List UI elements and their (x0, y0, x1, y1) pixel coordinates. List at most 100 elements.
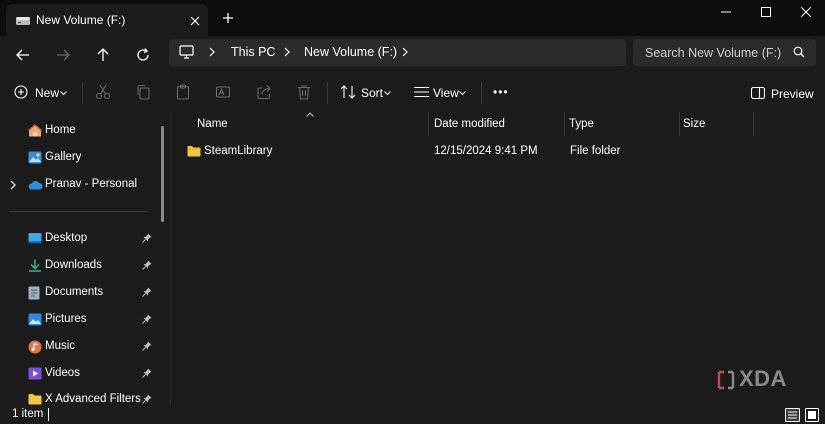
chevron-right-icon[interactable] (209, 47, 215, 57)
address-bar[interactable]: This PC New Volume (F:) (169, 39, 626, 66)
search-box[interactable]: Search New Volume (F:) (633, 39, 816, 66)
sort-button[interactable]: Sort (338, 83, 398, 103)
new-button[interactable]: New (12, 83, 74, 103)
sidebar-item-pictures[interactable]: Pictures (0, 308, 160, 332)
chevron-right-icon[interactable] (402, 47, 408, 57)
sidebar-item-downloads[interactable]: Downloads (0, 254, 160, 278)
cut-icon[interactable] (95, 84, 111, 100)
sidebar-item-videos[interactable]: Videos (0, 362, 160, 386)
pin-icon[interactable] (142, 287, 152, 297)
status-bar: 1 item (0, 405, 825, 424)
desktop-folder-icon (28, 232, 42, 245)
chevron-down-icon (459, 91, 466, 96)
documents-folder-icon (28, 286, 40, 300)
copy-icon[interactable] (135, 84, 151, 100)
navigation-pane[interactable]: Home Gallery Pranav - Personal Desktop D… (0, 112, 171, 405)
column-header-size[interactable]: Size (680, 112, 753, 136)
sort-label: Sort (361, 86, 384, 100)
tab-title: New Volume (F:) (36, 13, 126, 27)
sidebar-divider (9, 211, 148, 212)
sidebar-item-label: Home (45, 124, 76, 136)
file-date-modified: 12/15/2024 9:41 PM (434, 145, 538, 157)
sort-icon (340, 85, 356, 99)
sidebar-item-label: Gallery (45, 151, 82, 163)
home-icon (28, 124, 42, 137)
pin-icon[interactable] (142, 314, 152, 324)
preview-pane-icon (751, 87, 765, 99)
maximize-icon[interactable] (746, 0, 786, 24)
tab-close-icon[interactable] (184, 12, 206, 30)
table-row[interactable]: SteamLibrary 12/15/2024 9:41 PM File fol… (181, 140, 771, 162)
downloads-folder-icon (28, 259, 42, 272)
title-bar: New Volume (F:) (0, 0, 825, 36)
folder-icon (28, 393, 42, 405)
sidebar-item-gallery[interactable]: Gallery (0, 146, 160, 170)
up-arrow-icon[interactable] (90, 43, 116, 67)
xda-logo-icon (717, 370, 735, 390)
share-icon[interactable] (256, 84, 272, 100)
gallery-icon (28, 151, 42, 164)
pin-icon[interactable] (142, 260, 152, 270)
column-header-name[interactable]: Name (171, 112, 428, 136)
music-folder-icon (28, 340, 42, 354)
pin-icon[interactable] (142, 233, 152, 243)
xda-watermark: XDA (717, 366, 787, 392)
file-list[interactable]: Name Date modified Type Size SteamLibrar… (171, 112, 825, 405)
column-divider[interactable] (753, 112, 754, 136)
chevron-right-icon[interactable] (10, 180, 16, 190)
column-header-label: Name (197, 118, 228, 130)
pin-icon[interactable] (142, 341, 152, 351)
breadcrumb-this-pc[interactable]: This PC (231, 45, 275, 59)
pin-icon[interactable] (142, 394, 152, 404)
sidebar-scrollbar[interactable] (161, 126, 164, 222)
tab-new-volume[interactable]: New Volume (F:) (6, 4, 208, 36)
command-bar: New Sort View ••• Preview (0, 74, 825, 113)
toolbar-divider (327, 82, 328, 104)
search-input[interactable]: Search New Volume (F:) (645, 46, 781, 60)
tiles-view-icon[interactable] (805, 408, 819, 422)
sidebar-item-label: Videos (45, 367, 80, 379)
preview-button[interactable]: Preview (750, 83, 814, 103)
toolbar-divider (82, 82, 83, 104)
refresh-icon[interactable] (130, 43, 156, 67)
chevron-right-icon[interactable] (284, 47, 290, 57)
back-arrow-icon[interactable] (10, 43, 36, 67)
column-header-label: Size (683, 118, 706, 130)
paste-icon[interactable] (175, 84, 191, 100)
sidebar-item-documents[interactable]: Documents (0, 281, 160, 305)
details-view-icon[interactable] (785, 408, 800, 422)
sidebar-item-label: Downloads (45, 259, 102, 271)
status-divider (48, 408, 49, 421)
sidebar-item-label: Music (45, 340, 76, 352)
address-row: This PC New Volume (F:) Search New Volum… (0, 36, 825, 74)
delete-icon[interactable] (296, 84, 312, 100)
pin-icon[interactable] (142, 368, 152, 378)
new-label: New (35, 86, 60, 100)
more-options-button[interactable]: ••• (493, 85, 509, 99)
chevron-down-icon (384, 91, 391, 96)
view-button[interactable]: View (412, 83, 474, 103)
column-header-type[interactable]: Type (565, 112, 679, 136)
column-header-date-modified[interactable]: Date modified (429, 112, 564, 136)
close-window-icon[interactable] (786, 0, 825, 24)
sidebar-item-label: X Advanced Filters I U (45, 393, 142, 405)
onedrive-icon (28, 180, 43, 190)
sidebar-item-label: Documents (45, 286, 104, 298)
breadcrumb-new-volume[interactable]: New Volume (F:) (304, 45, 397, 59)
search-icon[interactable] (793, 46, 805, 58)
sidebar-item-desktop[interactable]: Desktop (0, 227, 160, 251)
this-pc-icon (179, 45, 194, 59)
minimize-icon[interactable] (706, 0, 746, 24)
sidebar-item-music[interactable]: Music (0, 335, 160, 359)
pictures-folder-icon (28, 313, 42, 326)
watermark-text: XDA (739, 366, 787, 391)
view-icon (414, 86, 429, 98)
forward-arrow-icon[interactable] (50, 43, 76, 67)
sidebar-item-onedrive[interactable]: Pranav - Personal (0, 173, 160, 197)
file-name[interactable]: SteamLibrary (204, 145, 272, 157)
sidebar-item-home[interactable]: Home (0, 119, 160, 143)
new-tab-button[interactable] (217, 8, 239, 28)
rename-icon[interactable] (215, 84, 231, 100)
toolbar-divider (481, 82, 482, 104)
column-header-label: Type (569, 118, 594, 130)
